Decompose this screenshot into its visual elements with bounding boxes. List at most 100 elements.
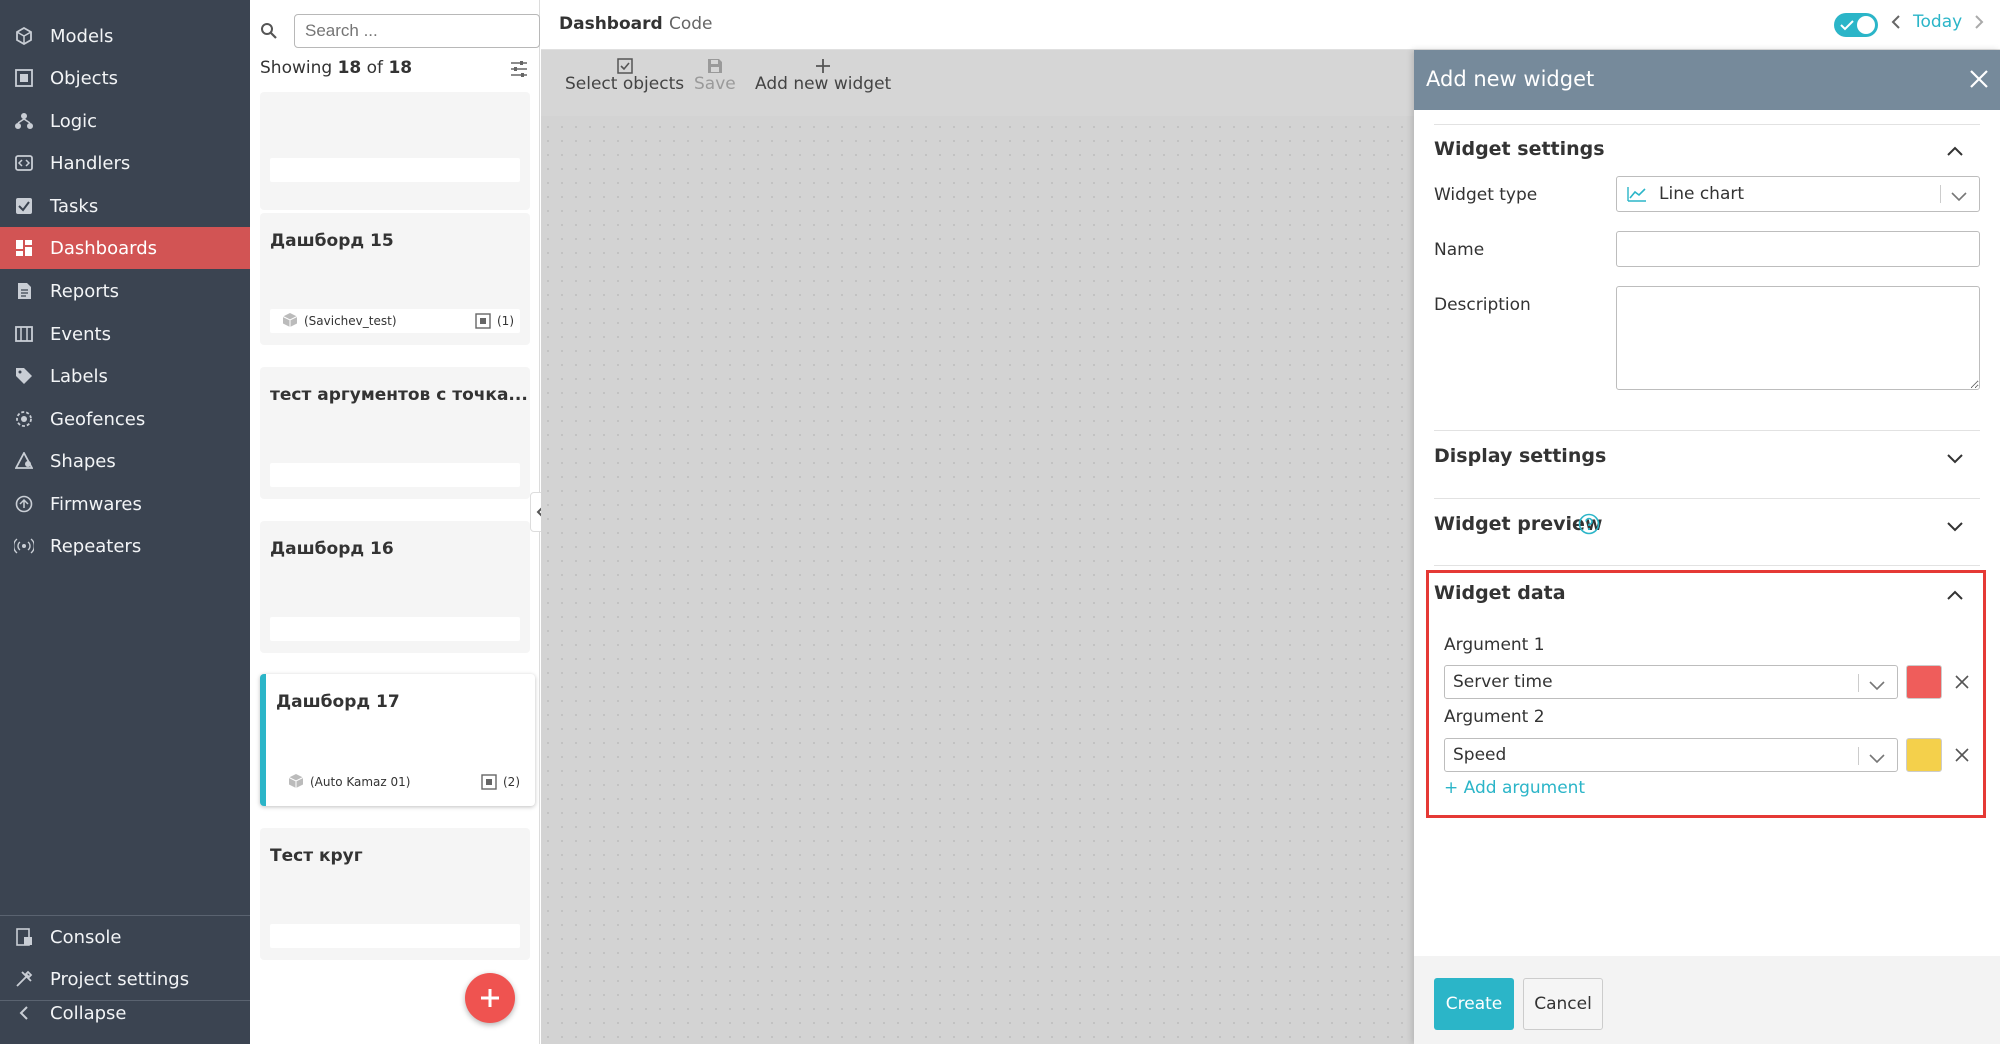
select-objects-button[interactable]: Select objects: [565, 58, 684, 94]
chevron-down-icon: [1869, 749, 1885, 769]
add-widget-toolbar-button[interactable]: Add new widget: [755, 58, 891, 94]
widget-type-select[interactable]: Line chart: [1616, 176, 1980, 212]
panel-header: Add new widget: [1414, 50, 2000, 110]
dashboard-card[interactable]: тест аргументов с точка...: [260, 367, 530, 499]
shapes-icon: [14, 451, 34, 471]
filter-icon[interactable]: [510, 60, 528, 82]
argument-2-color-swatch[interactable]: [1906, 738, 1942, 772]
section-divider: [1434, 498, 1980, 499]
settings-icon: [14, 969, 34, 989]
chevron-down-icon[interactable]: [1946, 450, 1964, 469]
remove-argument-1-icon[interactable]: [1954, 674, 1970, 694]
sidebar-item-reports[interactable]: Reports: [0, 270, 250, 312]
widget-settings-title[interactable]: Widget settings: [1434, 138, 1605, 160]
sidebar-item-label: Firmwares: [50, 493, 142, 515]
add-widget-label: Add new widget: [755, 74, 892, 94]
showing-prefix: Showing: [260, 58, 333, 78]
sidebar-item-tasks[interactable]: Tasks: [0, 185, 250, 227]
tab-dashboard[interactable]: Dashboard: [559, 14, 663, 34]
sidebar-item-label: Collapse: [50, 1002, 127, 1024]
card-footer: [270, 158, 520, 182]
save-button[interactable]: Save: [694, 58, 736, 94]
close-icon[interactable]: [1968, 68, 1990, 94]
date-navigator: Today: [1891, 12, 1984, 32]
dashboard-card-selected[interactable]: Дашборд 17 (Auto Kamaz 01) (2): [260, 674, 535, 806]
object-count-value: (2): [503, 775, 520, 789]
today-button[interactable]: Today: [1913, 12, 1962, 32]
sidebar-item-label: Objects: [50, 67, 119, 89]
widget-data-title[interactable]: Widget data: [1434, 582, 1566, 604]
cancel-button[interactable]: Cancel: [1523, 978, 1603, 1030]
card-title: Тест круг: [270, 846, 363, 866]
argument-1-color-swatch[interactable]: [1906, 665, 1942, 699]
object-icon: [475, 313, 491, 329]
showing-count: Showing 18 of 18: [260, 58, 412, 78]
search-input[interactable]: [294, 14, 540, 48]
add-argument-link[interactable]: + Add argument: [1444, 778, 1585, 798]
create-button[interactable]: Create: [1434, 978, 1514, 1030]
description-textarea[interactable]: [1616, 286, 1980, 390]
console-icon: [14, 927, 34, 947]
dashboard-card[interactable]: Тест круг: [260, 828, 530, 960]
name-input[interactable]: [1616, 231, 1980, 267]
sidebar-item-logic[interactable]: Logic: [0, 100, 250, 142]
card-footer: (Auto Kamaz 01) (2): [276, 770, 526, 794]
add-dashboard-button[interactable]: [465, 973, 515, 1023]
select-objects-label: Select objects: [565, 74, 685, 94]
sidebar-collapse-button[interactable]: Collapse: [0, 992, 250, 1034]
sidebar-item-console[interactable]: Console: [0, 916, 250, 958]
argument-1-value: Server time: [1453, 672, 1553, 692]
chevron-down-icon: [1951, 187, 1967, 207]
sidebar-item-label: Logic: [50, 110, 98, 132]
sidebar-item-events[interactable]: Events: [0, 313, 250, 355]
dashboard-card[interactable]: [260, 92, 530, 210]
chevron-right-icon[interactable]: [1974, 14, 1984, 30]
dashboard-card[interactable]: Дашборд 15 (Savichev_test) (1): [260, 213, 530, 345]
chevron-down-icon[interactable]: [1946, 518, 1964, 537]
add-widget-panel: Add new widget Widget settings Widget ty…: [1414, 50, 2000, 1044]
logic-icon: [14, 111, 34, 131]
sidebar-item-dashboards[interactable]: Dashboards: [0, 227, 250, 269]
tab-code[interactable]: Code: [669, 14, 713, 34]
sidebar-item-handlers[interactable]: Handlers: [0, 142, 250, 184]
panel-title: Add new widget: [1426, 67, 1595, 91]
card-footer: [270, 617, 520, 641]
dashboard-icon: [14, 238, 34, 258]
dashboard-card[interactable]: Дашборд 16: [260, 521, 530, 653]
remove-argument-2-icon[interactable]: [1954, 747, 1970, 767]
geofence-icon: [14, 409, 34, 429]
sidebar-item-shapes[interactable]: Shapes: [0, 440, 250, 482]
checkbox-icon: [616, 58, 633, 74]
select-divider: [1858, 747, 1859, 765]
section-divider: [1434, 124, 1980, 125]
check-icon: [1840, 20, 1854, 31]
argument-2-select[interactable]: Speed: [1444, 738, 1898, 772]
sidebar-item-firmwares[interactable]: Firmwares: [0, 483, 250, 525]
object-icon: [481, 774, 497, 790]
live-toggle[interactable]: [1834, 13, 1878, 37]
sidebar-item-models[interactable]: Models: [0, 15, 250, 57]
argument-2-value: Speed: [1453, 745, 1507, 765]
search-icon: [260, 22, 278, 44]
sidebar-item-objects[interactable]: Objects: [0, 57, 250, 99]
top-bar: Dashboard Code Today: [541, 0, 2000, 50]
label-icon: [14, 366, 34, 386]
sidebar-item-label: Geofences: [50, 408, 146, 430]
chevron-up-icon[interactable]: [1946, 142, 1964, 161]
display-settings-title[interactable]: Display settings: [1434, 445, 1606, 467]
sidebar-item-labels[interactable]: Labels: [0, 355, 250, 397]
chevron-down-icon: [1869, 676, 1885, 696]
help-icon[interactable]: [1578, 513, 1600, 539]
sidebar-item-label: Models: [50, 25, 114, 47]
firmware-icon: [14, 494, 34, 514]
chevron-left-icon[interactable]: [1891, 14, 1901, 30]
chevron-left-icon: [14, 1003, 34, 1023]
sidebar-item-geofences[interactable]: Geofences: [0, 398, 250, 440]
sidebar-item-label: Labels: [50, 365, 108, 387]
sidebar-item-repeaters[interactable]: Repeaters: [0, 525, 250, 567]
argument-1-select[interactable]: Server time: [1444, 665, 1898, 699]
sidebar-item-label: Console: [50, 926, 122, 948]
chevron-up-icon[interactable]: [1946, 586, 1964, 605]
dashboard-canvas[interactable]: Select objects Save Add new widget: [541, 50, 1414, 1044]
sidebar-item-label: Tasks: [50, 195, 99, 217]
